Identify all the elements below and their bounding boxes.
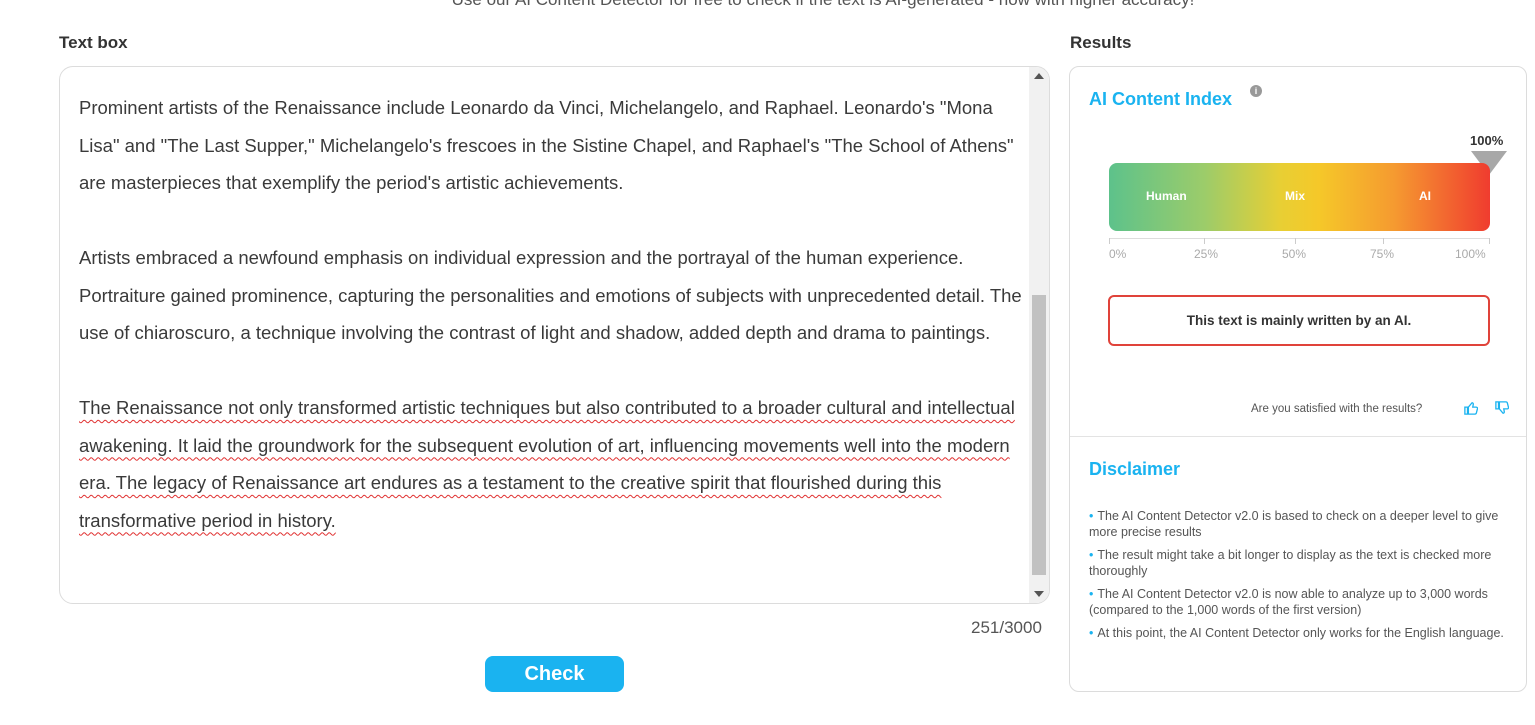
textbox-label: Text box [59,33,128,52]
scale-tick [1489,238,1490,244]
gauge-label-mix: Mix [1285,189,1306,203]
disclaimer-item: • The AI Content Detector v2.0 is based t… [1089,509,1499,539]
disclaimer-item: • The AI Content Detector v2.0 is now abl… [1089,587,1488,617]
disclaimer-item: • The result might take a bit longer to d… [1089,548,1492,578]
scale-label: 75% [1370,247,1395,261]
scale-label: 100% [1455,247,1486,261]
bullet-icon: • [1089,587,1094,601]
scale-tick [1204,238,1205,244]
scale-label: 25% [1194,247,1219,261]
results-divider [1070,436,1526,437]
scale-label: 50% [1282,247,1307,261]
scale-tick [1295,238,1296,244]
scale-tick [1383,238,1384,244]
disclaimer-item: • At this point, the AI Content Detector … [1089,626,1504,640]
ai-content-index-title: AI Content Index [1089,89,1232,109]
scale-label: 0% [1109,247,1127,261]
gauge-scale-line [1109,238,1490,239]
thumbs-down-icon[interactable] [1495,401,1509,415]
text-input-content[interactable]: Prominent artists of the Renaissance inc… [79,89,1029,577]
disclaimer-title: Disclaimer [1089,459,1181,479]
scrollbar-thumb[interactable] [1032,295,1046,575]
info-icon[interactable]: i [1250,85,1262,97]
ai-percent-label: 100% [1470,133,1504,148]
scroll-up-icon[interactable] [1034,73,1044,79]
scroll-down-icon[interactable] [1034,591,1044,597]
bullet-icon: • [1089,626,1094,640]
text-paragraph: Prominent artists of the Renaissance inc… [79,97,1014,193]
ai-gauge-bar: Human Mix AI [1109,163,1490,231]
page-subtitle: Use our AI Content Detector for free to … [0,0,1535,10]
scale-tick [1109,238,1110,244]
text-paragraph: The Renaissance not only transformed art… [79,397,1015,531]
verdict-box: This text is mainly written by an AI. [1108,295,1490,346]
results-label: Results [1070,33,1132,52]
bullet-icon: • [1089,509,1094,523]
check-button[interactable]: Check [485,656,624,692]
text-input-area[interactable]: Prominent artists of the Renaissance inc… [59,66,1050,604]
word-count: 251/3000 [971,618,1042,637]
satisfaction-question: Are you satisfied with the results? [1251,403,1423,415]
gauge-label-ai: AI [1419,189,1431,203]
disclaimer-list: • The AI Content Detector v2.0 is based t… [1089,509,1509,650]
gauge-label-human: Human [1146,189,1187,203]
textbox-scrollbar[interactable] [1029,67,1049,603]
thumbs-up-icon[interactable] [1464,401,1478,415]
text-paragraph: Artists embraced a newfound emphasis on … [79,247,1022,343]
bullet-icon: • [1089,548,1094,562]
results-panel: AI Content Index i 100% Human Mix AI 0% … [1069,66,1527,692]
